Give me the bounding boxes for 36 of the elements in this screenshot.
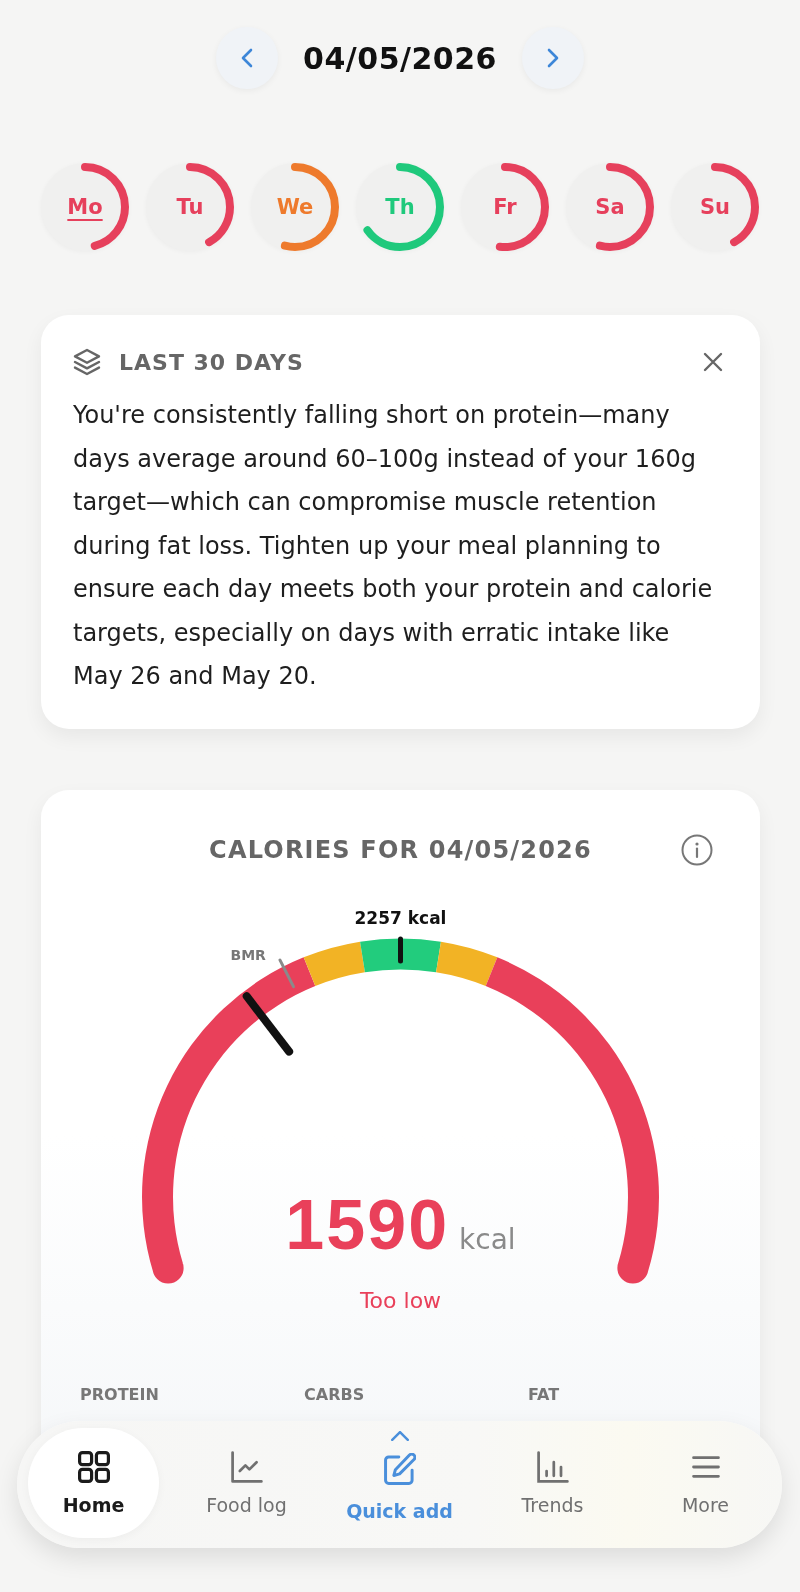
- nav-tab[interactable]: Trends: [487, 1428, 618, 1538]
- calorie-value: 1590: [285, 1189, 450, 1260]
- day-button[interactable]: Th: [356, 163, 444, 251]
- status-label: Too low: [359, 1286, 442, 1315]
- macro-label: FAT: [528, 1384, 560, 1405]
- target-label: 2257 kcal: [354, 907, 447, 928]
- date-title: 04/05/2026: [303, 40, 497, 76]
- macro-label: CARBS: [304, 1384, 365, 1405]
- info-icon: [681, 833, 713, 866]
- day-button[interactable]: Tu: [146, 163, 234, 251]
- nav-tab[interactable]: More: [640, 1428, 771, 1538]
- nav-tab[interactable]: Home: [28, 1428, 159, 1538]
- bmr-label: BMR: [230, 946, 266, 963]
- day-button[interactable]: Su: [671, 163, 759, 251]
- grid-icon: [77, 1451, 110, 1483]
- bar-chart-icon: [536, 1451, 569, 1483]
- day-button[interactable]: Fr: [461, 163, 549, 251]
- nav-tab[interactable]: Food log: [181, 1428, 312, 1538]
- layers-icon: [73, 348, 101, 376]
- day-button[interactable]: Sa: [566, 163, 654, 251]
- day-button[interactable]: We: [251, 163, 339, 251]
- close-icon: [703, 352, 723, 372]
- macro-label: PROTEIN: [80, 1384, 159, 1405]
- menu-icon: [691, 1456, 720, 1478]
- pencil-square-icon: [383, 1453, 416, 1485]
- chevron-left-icon: [241, 48, 254, 68]
- card-title: CALORIES FOR 04/05/2026: [209, 835, 592, 864]
- day-button[interactable]: Mo: [41, 163, 129, 251]
- nav-tab[interactable]: Quick add: [334, 1428, 465, 1538]
- card-title: LAST 30 DAYS: [119, 349, 304, 375]
- info-button[interactable]: [681, 833, 713, 866]
- unit-label: kcal: [459, 1222, 516, 1256]
- line-chart-icon: [230, 1451, 263, 1483]
- insight-text: You're consistently falling short on protein—many days average around 60–100g instead of your 160g target—which can compromise muscle retention during fat loss. Tighten up your meal planning to ensure each day meets both your protein and calorie targets, especially on days with erratic intake like May 26 and May 20.: [73, 400, 714, 692]
- chevron-right-icon: [546, 48, 559, 68]
- chevron-up-icon: [390, 1431, 409, 1441]
